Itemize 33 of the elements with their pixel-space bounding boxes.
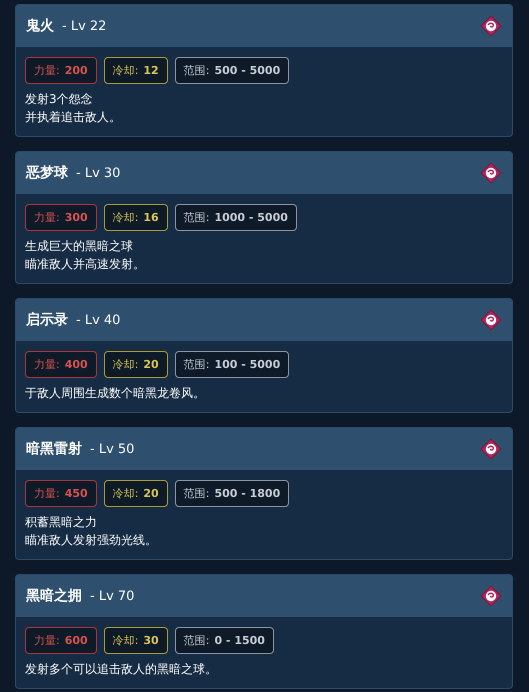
cooldown-tag: 冷却: 20 (104, 351, 168, 378)
cooldown-tag: 冷却: 30 (104, 627, 168, 654)
skill-name: 恶梦球 (26, 164, 68, 182)
range-tag: 范围: 500 - 1800 (174, 480, 290, 507)
range-tag: 范围: 100 - 5000 (174, 351, 290, 378)
skill-level: - Lv 40 (76, 312, 122, 328)
range-tag: 范围: 1000 - 5000 (174, 204, 297, 231)
skill-name: 黑暗之拥 (26, 587, 82, 605)
skill-name: 启示录 (26, 311, 68, 329)
description-text: 积蓄黑暗之力 (25, 514, 98, 531)
cooldown-tag: 冷却: 16 (104, 204, 168, 231)
range-tag: 范围: 0 - 1500 (174, 627, 274, 654)
skill-level: - Lv 50 (90, 442, 136, 456)
power-tag: 力量: 300 (25, 204, 97, 231)
power-tag: 力量: 400 (25, 351, 97, 378)
skill-name: 鬼火 (26, 17, 54, 35)
skill-level: - Lv 70 (90, 588, 136, 604)
description-text: 于敌人周围生成数个暗黑龙卷风。 (25, 385, 206, 402)
description-text: 发射3个怨念 (25, 91, 94, 108)
description-text: 发射多个可以追击敌人的黑暗之球。 (25, 661, 218, 678)
skill-name: 暗黑雷射 (26, 440, 82, 458)
description-text: 瞄准敌人并高速发射。 (25, 256, 146, 273)
description-text: 并执着追击敌人。 (25, 109, 122, 126)
power-tag: 力量: 450 (25, 480, 97, 507)
skill-level: - Lv 30 (76, 166, 122, 180)
range-tag: 范围: 500 - 5000 (174, 57, 290, 84)
power-tag: 力量: 600 (25, 627, 97, 654)
description-text: 瞄准敌人发射强劲光线。 (25, 532, 158, 549)
skill-level: - Lv 22 (62, 18, 108, 34)
power-tag: 力量: 200 (25, 57, 97, 84)
description-text: 生成巨大的黑暗之球 (25, 238, 134, 255)
cooldown-tag: 冷却: 12 (104, 57, 168, 84)
cooldown-tag: 冷却: 20 (104, 480, 168, 507)
